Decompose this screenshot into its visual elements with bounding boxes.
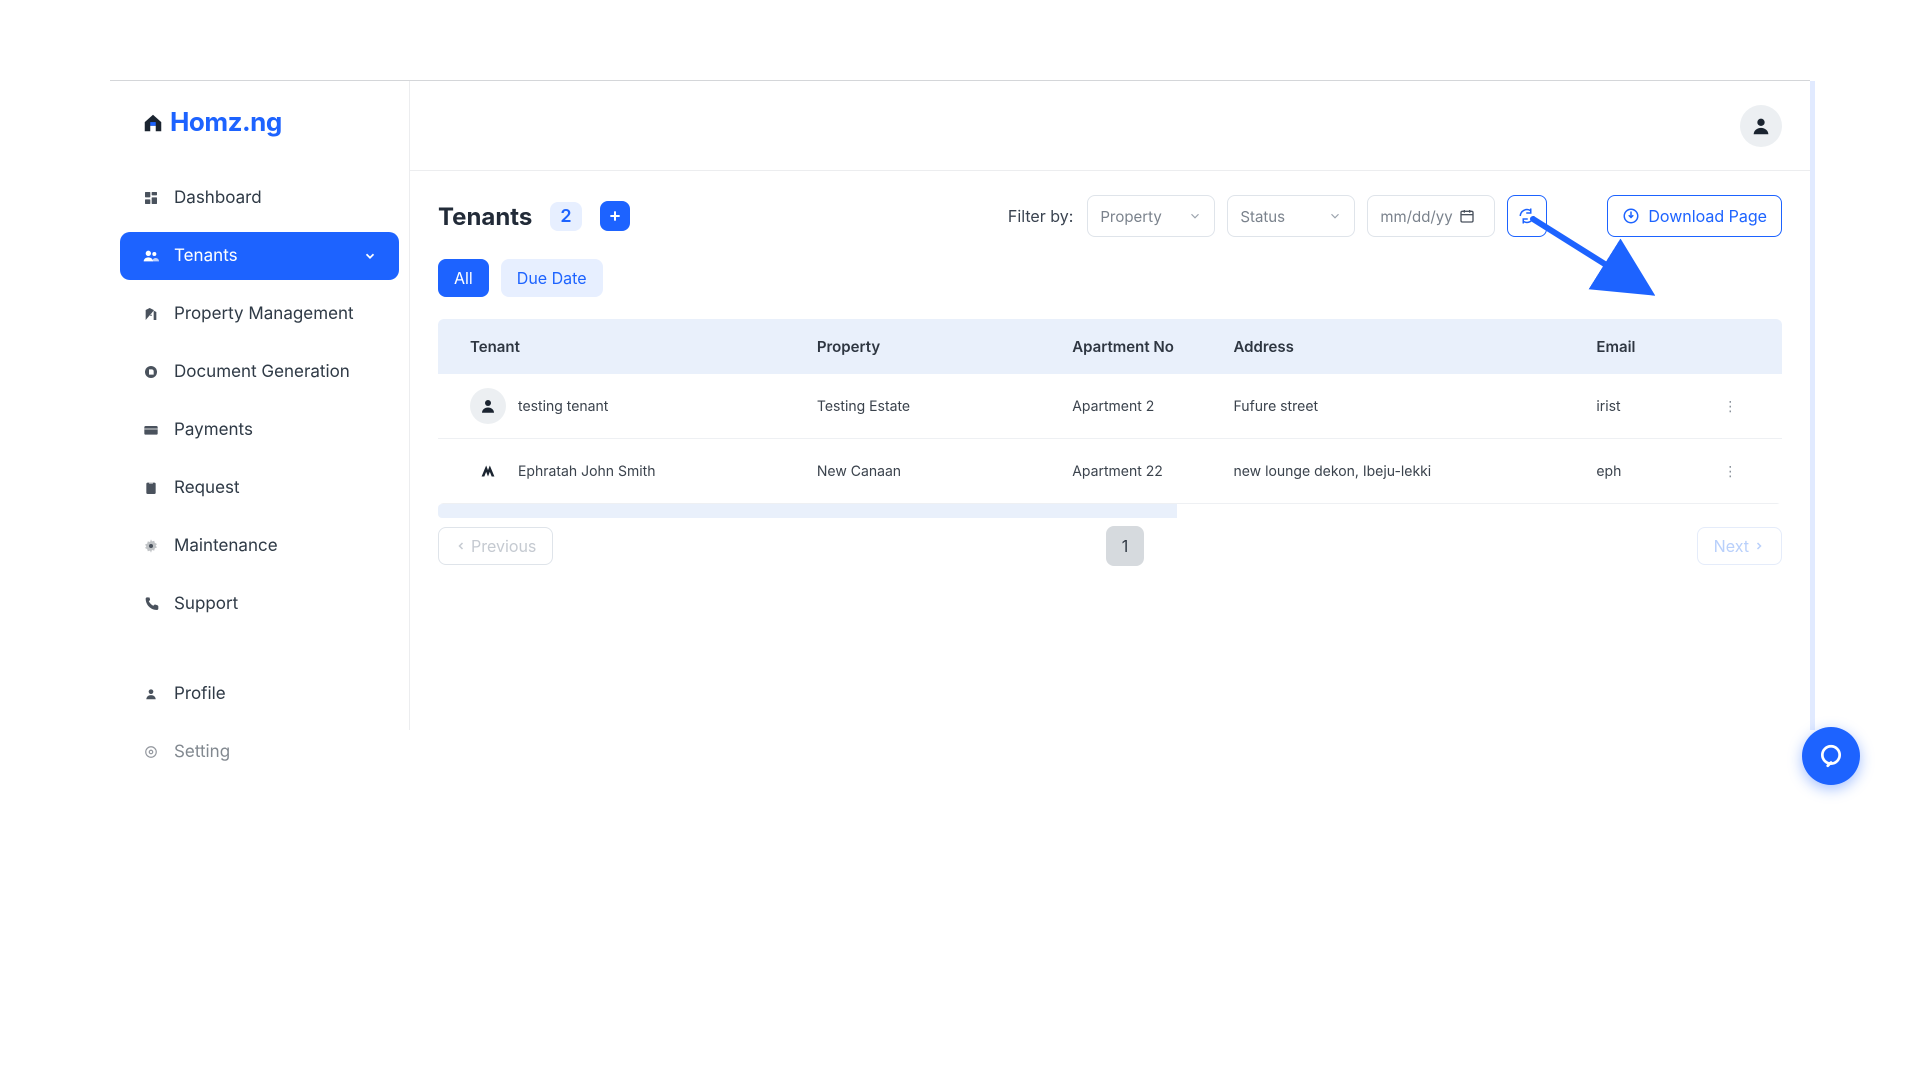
sidebar-item-setting[interactable]: Setting [120, 728, 399, 776]
sidebar: Homz.ng Dashboard Tenants Property Manag… [110, 81, 410, 730]
sidebar-item-label: Support [174, 594, 238, 614]
topbar [410, 81, 1810, 171]
sidebar-item-label: Document Generation [174, 362, 350, 382]
sidebar-item-maintenance[interactable]: Maintenance [120, 522, 399, 570]
sidebar-item-label: Tenants [174, 246, 238, 266]
tab-all[interactable]: All [438, 259, 489, 297]
tenant-property: New Canaan [801, 439, 1056, 504]
chevron-left-icon [455, 540, 467, 552]
previous-page-button[interactable]: Previous [438, 527, 553, 565]
download-icon [1622, 207, 1640, 225]
person-icon [142, 685, 160, 703]
cog-icon [142, 743, 160, 761]
next-label: Next [1714, 536, 1749, 556]
filter-tabs: All Due Date [438, 259, 1782, 297]
table-header-row: Tenant Property Apartment No Address Ema… [438, 319, 1782, 374]
horizontal-scrollbar[interactable] [438, 504, 1782, 518]
chevron-down-icon [1188, 209, 1202, 223]
next-page-button[interactable]: Next [1697, 527, 1782, 565]
row-actions-button[interactable]: ⋮ [1717, 398, 1743, 415]
sidebar-item-support[interactable]: Support [120, 580, 399, 628]
page-title: Tenants [438, 202, 532, 231]
pagination: Previous 1 Next [438, 526, 1782, 566]
sidebar-item-label: Request [174, 478, 240, 498]
chevron-down-icon [1328, 209, 1342, 223]
add-tenant-button[interactable] [600, 201, 630, 231]
sidebar-item-profile[interactable]: Profile [120, 670, 399, 718]
sidebar-item-request[interactable]: Request [120, 464, 399, 512]
tenant-email: eph [1580, 439, 1701, 504]
current-page-number[interactable]: 1 [1106, 526, 1144, 566]
tenant-avatar-icon [470, 453, 506, 489]
tenant-address: new lounge dekon, Ibeju-lekki [1218, 439, 1581, 504]
user-avatar[interactable] [1740, 105, 1782, 147]
chat-fab-button[interactable] [1802, 727, 1860, 785]
main-content: Tenants 2 Filter by: Property Status [410, 81, 1810, 730]
sidebar-item-label: Setting [174, 742, 230, 762]
tenant-property: Testing Estate [801, 374, 1056, 439]
clipboard-icon [142, 479, 160, 497]
sidebar-item-label: Maintenance [174, 536, 278, 556]
tenant-name: Ephratah John Smith [518, 463, 656, 480]
tenant-count-badge: 2 [550, 202, 581, 231]
date-filter-input[interactable]: mm/dd/yy [1367, 195, 1495, 237]
tenant-email: irist [1580, 374, 1701, 439]
tenant-address: Fufure street [1218, 374, 1581, 439]
tenants-table: Tenant Property Apartment No Address Ema… [438, 319, 1782, 504]
select-placeholder: Property [1100, 207, 1161, 226]
table-row[interactable]: Ephratah John Smith New Canaan Apartment… [438, 439, 1782, 504]
refresh-button[interactable] [1507, 195, 1547, 237]
previous-label: Previous [471, 536, 536, 556]
sidebar-item-document-generation[interactable]: Document Generation [120, 348, 399, 396]
phone-icon [142, 595, 160, 613]
sidebar-item-label: Profile [174, 684, 226, 704]
sidebar-item-label: Property Management [174, 304, 354, 324]
card-icon [142, 421, 160, 439]
row-actions-button[interactable]: ⋮ [1717, 463, 1743, 480]
column-header: Address [1218, 319, 1581, 374]
primary-nav: Dashboard Tenants Property Management Do… [120, 174, 399, 776]
sidebar-item-payments[interactable]: Payments [120, 406, 399, 454]
table-row[interactable]: testing tenant Testing Estate Apartment … [438, 374, 1782, 439]
brand-name: Homz.ng [170, 107, 282, 138]
sidebar-item-property-management[interactable]: Property Management [120, 290, 399, 338]
chevron-right-icon [1753, 540, 1765, 552]
date-placeholder: mm/dd/yy [1380, 207, 1452, 226]
users-icon [142, 247, 160, 265]
document-icon [142, 363, 160, 381]
status-filter-select[interactable]: Status [1227, 195, 1355, 237]
tenant-apartment: Apartment 2 [1056, 374, 1217, 439]
sidebar-item-label: Payments [174, 420, 253, 440]
gear-icon [142, 537, 160, 555]
filter-by-label: Filter by: [1008, 206, 1073, 226]
column-header: Email [1580, 319, 1701, 374]
tenant-avatar-icon [470, 388, 506, 424]
download-label: Download Page [1648, 206, 1767, 226]
column-header: Property [801, 319, 1056, 374]
sidebar-item-label: Dashboard [174, 188, 262, 208]
tenant-apartment: Apartment 22 [1056, 439, 1217, 504]
column-header: Tenant [438, 319, 801, 374]
dashboard-icon [142, 189, 160, 207]
scrollbar-region[interactable] [1810, 81, 1815, 730]
select-placeholder: Status [1240, 207, 1285, 226]
brand: Homz.ng [120, 99, 399, 156]
tenant-name: testing tenant [518, 398, 608, 415]
download-page-button[interactable]: Download Page [1607, 195, 1782, 237]
property-filter-select[interactable]: Property [1087, 195, 1215, 237]
building-icon [142, 305, 160, 323]
column-header: Apartment No [1056, 319, 1217, 374]
calendar-icon [1459, 208, 1475, 224]
chevron-down-icon [363, 249, 377, 263]
brand-logo-icon [142, 112, 164, 134]
tab-due-date[interactable]: Due Date [501, 259, 603, 297]
sidebar-item-tenants[interactable]: Tenants [120, 232, 399, 280]
sidebar-item-dashboard[interactable]: Dashboard [120, 174, 399, 222]
